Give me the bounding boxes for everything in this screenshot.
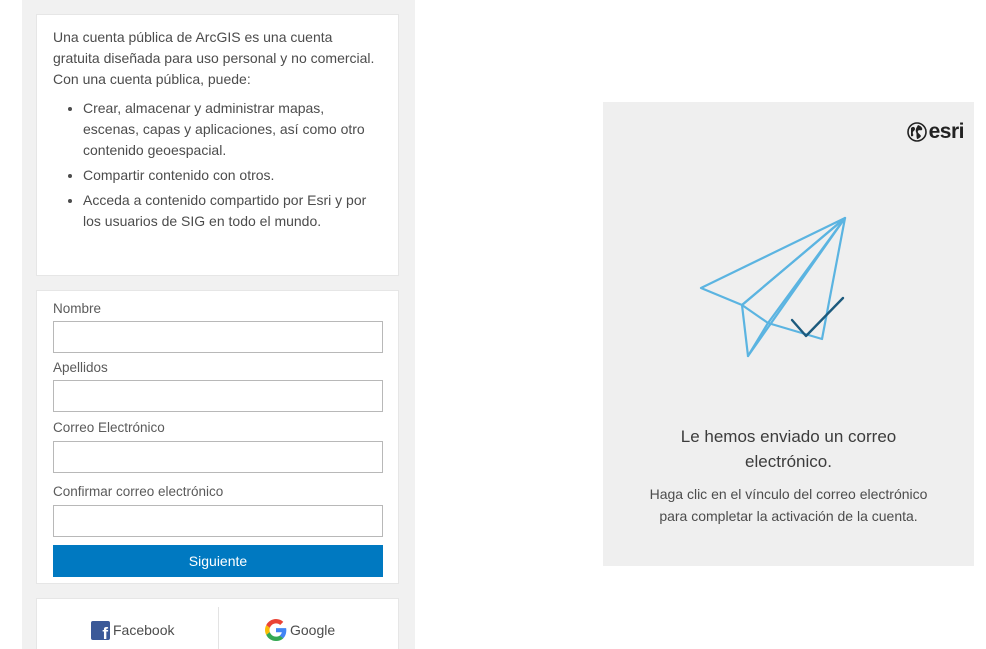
facebook-icon: f bbox=[91, 620, 110, 640]
confirmation-title: Le hemos enviado un correo electrónico. bbox=[603, 424, 974, 474]
next-button[interactable]: Siguiente bbox=[53, 545, 383, 577]
email-field[interactable] bbox=[53, 441, 383, 473]
confirm-email-field[interactable] bbox=[53, 505, 383, 537]
divider bbox=[218, 607, 219, 649]
esri-logo: esri bbox=[906, 120, 965, 144]
title-line: Le hemos enviado un correo bbox=[680, 427, 897, 446]
signup-form: Nombre Apellidos Correo Electrónico Conf… bbox=[36, 290, 399, 584]
google-login-button[interactable]: Google bbox=[265, 619, 335, 641]
paper-plane-check-icon bbox=[699, 216, 847, 358]
social-login: f Facebook Google bbox=[36, 598, 399, 649]
facebook-label: Facebook bbox=[113, 622, 175, 638]
first-name-field[interactable] bbox=[53, 321, 383, 353]
benefits-list: Crear, almacenar y administrar mapas, es… bbox=[53, 98, 382, 232]
globe-icon bbox=[906, 122, 927, 142]
screen: Una cuenta pública de ArcGIS es una cuen… bbox=[0, 0, 986, 649]
google-label: Google bbox=[290, 622, 336, 638]
email-label: Correo Electrónico bbox=[53, 420, 165, 435]
message-line: Haga clic en el vínculo del correo elect… bbox=[649, 486, 928, 502]
google-icon bbox=[265, 619, 287, 641]
confirmation-message: Haga clic en el vínculo del correo elect… bbox=[603, 483, 974, 527]
last-name-field[interactable] bbox=[53, 380, 383, 412]
confirmation-panel: esri Le hemos enviado un correo electrón… bbox=[603, 102, 974, 566]
info-card: Una cuenta pública de ArcGIS es una cuen… bbox=[36, 14, 399, 276]
message-line: para completar la activación de la cuent… bbox=[659, 508, 918, 524]
logo-text: esri bbox=[928, 120, 965, 143]
list-item: Acceda a contenido compartido por Esri y… bbox=[83, 190, 382, 232]
intro-lead: Con una cuenta pública, puede: bbox=[53, 71, 251, 87]
list-item: Crear, almacenar y administrar mapas, es… bbox=[83, 98, 382, 161]
signup-panel: Una cuenta pública de ArcGIS es una cuen… bbox=[22, 0, 415, 649]
first-name-label: Nombre bbox=[53, 301, 102, 316]
list-item: Compartir contenido con otros. bbox=[83, 165, 382, 186]
confirm-email-label: Confirmar correo electrónico bbox=[53, 484, 224, 499]
facebook-login-button[interactable]: f Facebook bbox=[91, 619, 174, 641]
intro-paragraph: Una cuenta pública de ArcGIS es una cuen… bbox=[53, 29, 375, 66]
last-name-label: Apellidos bbox=[53, 360, 108, 375]
title-line: electrónico. bbox=[745, 452, 832, 471]
